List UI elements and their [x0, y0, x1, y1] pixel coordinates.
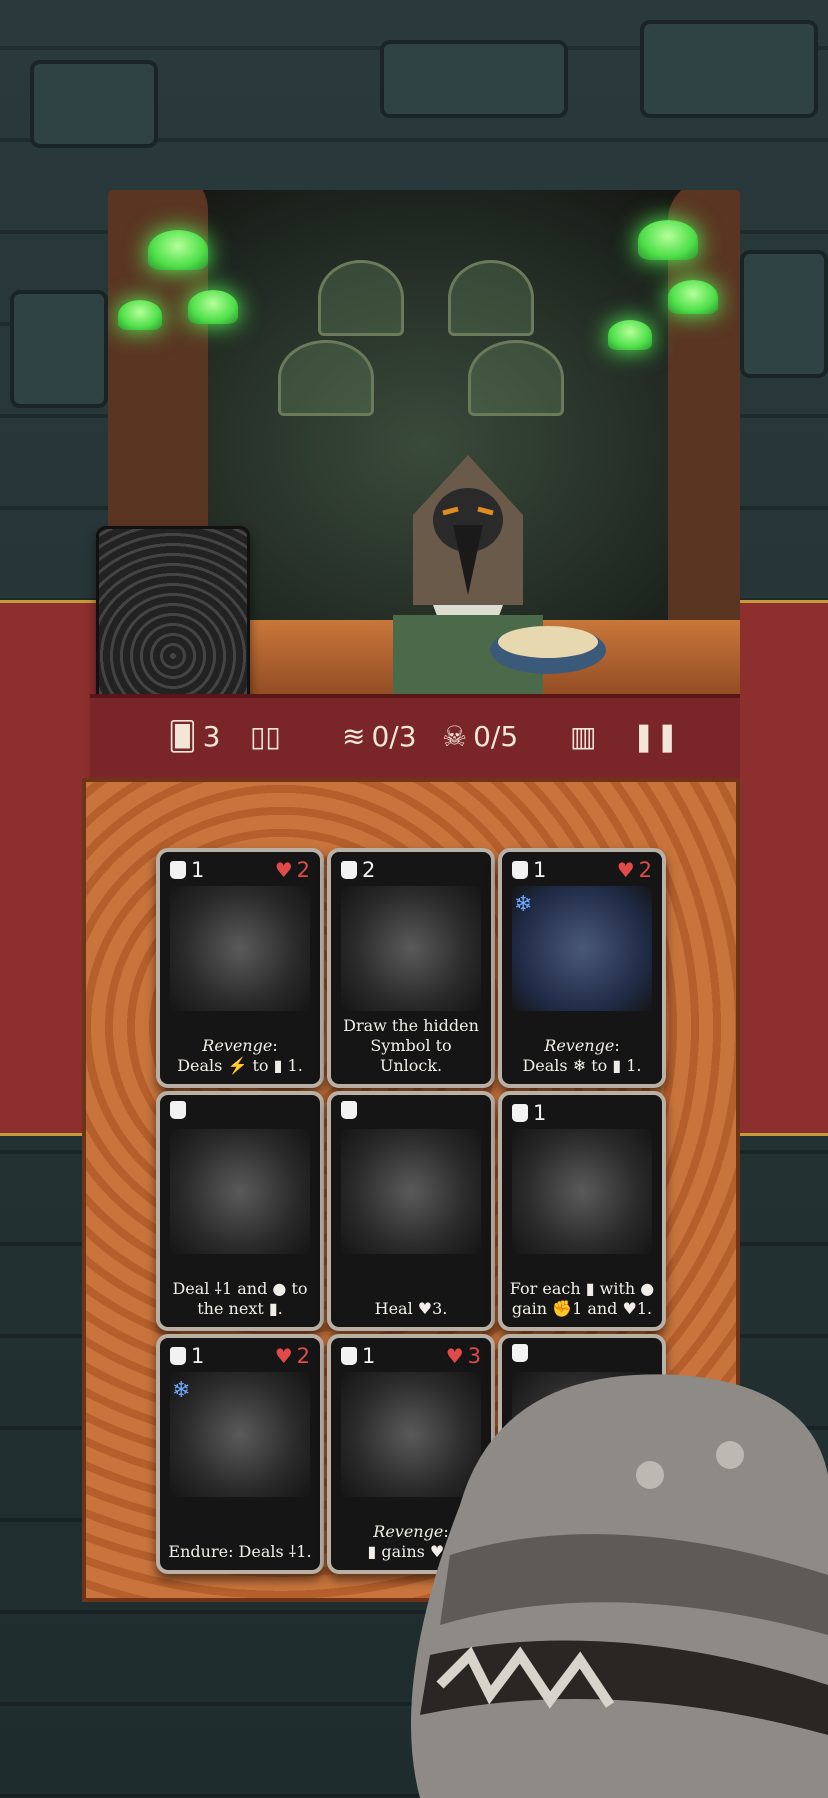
- card-treasure-chest[interactable]: 2 Draw the hidden Symbol to Unlock.: [327, 848, 495, 1088]
- ally-type-icon: [341, 1101, 357, 1119]
- glowing-mushroom: [118, 300, 162, 330]
- apple-art: [341, 1129, 481, 1254]
- status-bar: 🂠 3 ▯▯ ≋ 0/3 ☠ 0/5 ▥ ❚❚: [90, 694, 740, 784]
- snowflake-icon: ❄: [172, 1378, 191, 1403]
- pause-icon: ❚❚: [632, 720, 679, 753]
- heart-icon: ♥: [274, 858, 293, 882]
- card-description: Draw the hidden Symbol to Unlock.: [343, 1016, 479, 1075]
- discard-counter[interactable]: 🂠 3: [168, 720, 220, 753]
- cards-played-counter: ≋ 0/3: [342, 720, 417, 753]
- card-dagger[interactable]: Deal ⸸1 and ● to the next ▮.: [156, 1091, 324, 1331]
- skeleton-art: [512, 886, 652, 1011]
- discard-icon: 🂠: [168, 720, 197, 753]
- bowl-of-grubs: [490, 626, 606, 674]
- goblin-art: [170, 1372, 310, 1497]
- card-goblin-torch[interactable]: 1 ♥ 2 Revenge: Deals ⚡ to ▮ 1.: [156, 848, 324, 1088]
- inventory-button[interactable]: ▥: [570, 720, 596, 753]
- card-goblin-ice[interactable]: 1 ♥ 2 ❄ Endure: Deals ⸸1.: [156, 1334, 324, 1574]
- snowflake-icon: ❄: [514, 892, 533, 917]
- card-description: Revenge: Deals ❄ to ▮ 1.: [522, 1036, 642, 1075]
- wall-stone: [30, 60, 158, 148]
- card-serpent-hand[interactable]: 1 For each ▮ with ● gain ✊1 and ♥1.: [498, 1091, 666, 1331]
- scroll-type-icon: [512, 1104, 528, 1122]
- chest-type-icon: [341, 861, 357, 879]
- card-description: For each ▮ with ● gain ✊1 and ♥1.: [509, 1279, 655, 1318]
- card-apple[interactable]: Heal ♥3.: [327, 1091, 495, 1331]
- shelf-dome: [468, 340, 564, 416]
- wall-stone: [10, 290, 108, 408]
- heart-icon: ♥: [274, 1344, 293, 1368]
- wall-stone: [740, 250, 828, 378]
- glowing-mushroom: [608, 320, 652, 350]
- wall-stone: [380, 40, 568, 118]
- heart-icon: ♥: [616, 858, 635, 882]
- card-description: Heal ♥3.: [374, 1299, 448, 1318]
- ally-type-icon: [341, 1347, 357, 1365]
- barrel-icon: ▥: [570, 720, 597, 753]
- card-description: Deal ⸸1 and ● to the next ▮.: [172, 1279, 308, 1318]
- glowing-mushroom: [668, 280, 718, 314]
- card-description: Revenge: Deals ⚡ to ▮ 1.: [177, 1036, 303, 1075]
- pause-button[interactable]: ❚❚: [632, 720, 679, 753]
- dagger-art: [170, 1129, 310, 1254]
- ally-type-icon: [170, 1347, 186, 1365]
- glowing-mushroom: [638, 220, 698, 260]
- wall-stone: [640, 20, 818, 118]
- kills-counter: ☠ 0/5: [442, 720, 519, 753]
- shelf-dome: [318, 260, 404, 336]
- shelf-dome: [448, 260, 534, 336]
- chest-art: [341, 886, 481, 1011]
- ally-type-icon: [170, 861, 186, 879]
- hand-cards-icon[interactable]: ▯▯: [250, 720, 281, 753]
- skull-crown-icon: ☠: [442, 720, 468, 753]
- armored-knight-helmet: [411, 1374, 828, 1798]
- glowing-mushroom: [148, 230, 208, 270]
- ally-type-icon: [170, 1101, 186, 1119]
- card-skeleton-shield[interactable]: 1 ♥ 2 ❄ Revenge: Deals ❄ to ▮ 1.: [498, 848, 666, 1088]
- card-description: Endure: Deals ⸸1.: [168, 1542, 312, 1561]
- goblin-torch-art: [170, 886, 310, 1011]
- ally-type-icon: [512, 861, 528, 879]
- shelf-dome: [278, 340, 374, 416]
- layers-icon: ≋: [342, 720, 366, 753]
- glowing-mushroom: [188, 290, 238, 324]
- serpent-hand-art: [512, 1129, 652, 1254]
